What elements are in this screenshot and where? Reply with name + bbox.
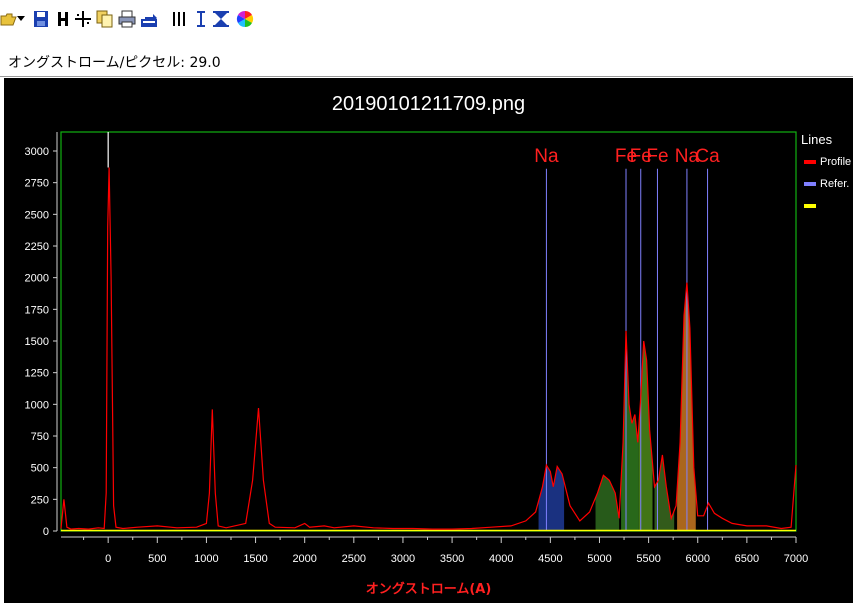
spectrum-chart: 20190101211709.pngNa FeFeFe NaCa0250500750… <box>25 93 852 597</box>
x-tick-label-5: 2500 <box>342 553 366 565</box>
hourglass-icon[interactable] <box>212 8 230 30</box>
toolbar <box>0 0 853 40</box>
y-tick-label-11: 2750 <box>25 178 49 190</box>
copy-icon[interactable] <box>96 8 114 30</box>
status-value: 29.0 <box>189 55 221 71</box>
x-tick-label-8: 4000 <box>489 553 513 565</box>
y-tick-label-2: 500 <box>31 463 49 475</box>
print-icon[interactable] <box>118 8 136 30</box>
x-tick-label-1: 500 <box>148 553 166 565</box>
legend-label-1: Refer. <box>820 178 849 190</box>
crosshair-icon[interactable] <box>74 8 92 30</box>
y-tick-label-6: 1500 <box>25 336 49 348</box>
legend-title: Lines <box>801 132 833 147</box>
legend-swatch-1 <box>804 182 816 186</box>
x-tick-label-14: 7000 <box>784 553 808 565</box>
dropdown-arrow-icon[interactable] <box>16 8 26 30</box>
y-tick-label-5: 1250 <box>25 368 49 380</box>
h-icon[interactable] <box>54 8 72 30</box>
reference-label-3: Fe <box>646 146 668 167</box>
x-tick-label-11: 5500 <box>636 553 660 565</box>
x-tick-label-13: 6500 <box>735 553 759 565</box>
y-tick-label-10: 2500 <box>25 209 49 221</box>
reference-label-5: Ca <box>695 146 720 167</box>
x-tick-label-10: 5000 <box>587 553 611 565</box>
x-tick-label-7: 3500 <box>440 553 464 565</box>
x-tick-label-12: 6000 <box>685 553 709 565</box>
chart-panel: 20190101211709.png Na Fe Fe Fe Na Ca 0 250 500 750… <box>4 78 853 603</box>
export-icon[interactable] <box>140 8 158 30</box>
legend-label-0: Profile <box>820 156 851 168</box>
y-tick-label-7: 1750 <box>25 304 49 316</box>
status-readout: オングストローム/ピクセル: 29.0 <box>8 55 221 71</box>
x-tick-label-0: 0 <box>105 553 111 565</box>
x-tick-label-9: 4500 <box>538 553 562 565</box>
x-tick-label-3: 1500 <box>243 553 267 565</box>
y-tick-label-8: 2000 <box>25 273 49 285</box>
columns-icon[interactable] <box>170 8 188 30</box>
y-tick-label-9: 2250 <box>25 241 49 253</box>
filled-region-1 <box>595 475 620 531</box>
y-tick-label-12: 3000 <box>25 146 49 158</box>
y-tick-label-4: 1000 <box>25 399 49 411</box>
status-label: オングストローム/ピクセル <box>8 55 181 71</box>
y-tick-label-1: 250 <box>31 494 49 506</box>
x-tick-label-6: 3000 <box>391 553 415 565</box>
y-tick-label-3: 750 <box>31 431 49 443</box>
x-tick-label-2: 1000 <box>194 553 218 565</box>
vertical-measure-icon[interactable] <box>192 8 210 30</box>
x-tick-label-4: 2000 <box>292 553 316 565</box>
reference-label-0: Na <box>534 146 559 167</box>
color-wheel-icon[interactable] <box>236 8 254 30</box>
status-divider <box>0 76 853 77</box>
chart-title: 20190101211709.png <box>332 93 525 115</box>
y-tick-label-0: 0 <box>43 526 49 538</box>
legend-swatch-0 <box>804 160 816 164</box>
save-icon[interactable] <box>32 8 50 30</box>
x-axis-label: オングストローム(A) <box>366 581 492 597</box>
legend-swatch-2 <box>804 204 816 208</box>
